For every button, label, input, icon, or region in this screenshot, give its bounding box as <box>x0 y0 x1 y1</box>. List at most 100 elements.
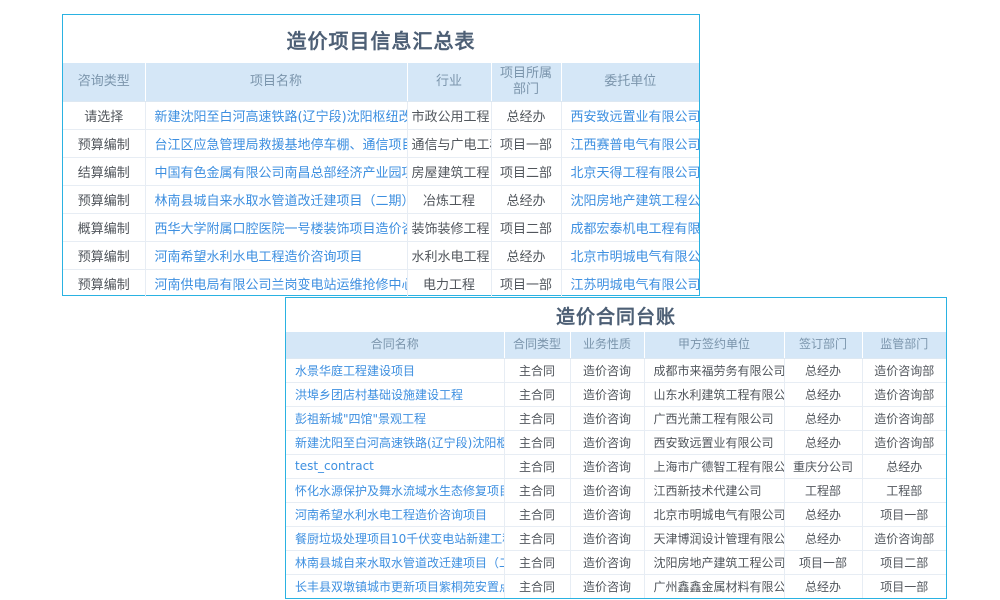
cell-link[interactable]: 林南县城自来水取水管道改迁建项目（二期） <box>295 556 504 570</box>
column-header: 合同名称 <box>286 332 504 358</box>
table-cell: 造价咨询 <box>570 502 644 526</box>
table-cell: 造价咨询部 <box>862 382 946 406</box>
column-header: 甲方签约单位 <box>644 332 784 358</box>
table-cell: 项目一部 <box>491 269 561 297</box>
consult-type-select[interactable]: 请选择 <box>63 101 145 129</box>
table-cell: 预算编制 <box>63 129 145 157</box>
link-cell: 中国有色金属有限公司南昌总部经济产业园项目二期 <box>145 157 407 185</box>
link-cell: 北京市明城电气有限公司 <box>561 241 699 269</box>
table-cell: 水利水电工程 <box>407 241 491 269</box>
table-cell: 总经办 <box>784 574 862 598</box>
link-cell: test_contract <box>286 454 504 478</box>
link-cell: 彭祖新城"四馆"景观工程 <box>286 406 504 430</box>
cell-link[interactable]: 河南希望水利水电工程造价咨询项目 <box>295 508 487 522</box>
table-cell: 项目二部 <box>491 157 561 185</box>
cell-link[interactable]: 彭祖新城"四馆"景观工程 <box>295 412 426 426</box>
table-row: 林南县城自来水取水管道改迁建项目（二期）主合同造价咨询沈阳房地产建筑工程公司项目… <box>286 550 946 574</box>
link-cell: 西安致远置业有限公司 <box>561 101 699 129</box>
link-cell: 北京天得工程有限公司 <box>561 157 699 185</box>
table-cell: 造价咨询部 <box>862 526 946 550</box>
table-row: 预算编制台江区应急管理局救援基地停车棚、通信项目通信与广电工程项目一部江西赛普电… <box>63 129 699 157</box>
table-row: 预算编制河南希望水利水电工程造价咨询项目水利水电工程总经办北京市明城电气有限公司 <box>63 241 699 269</box>
link-cell: 河南希望水利水电工程造价咨询项目 <box>286 502 504 526</box>
table-row: 怀化水源保护及舞水流域水生态修复项目合同主合同造价咨询江西新技术代建公司工程部工… <box>286 478 946 502</box>
column-header: 委托单位 <box>561 63 699 101</box>
link-cell: 水景华庭工程建设项目 <box>286 358 504 382</box>
table-cell: 造价咨询部 <box>862 406 946 430</box>
cell-link[interactable]: 新建沈阳至白河高速铁路(辽宁段)沈阳枢纽改建工程 <box>295 436 504 450</box>
table-cell: 造价咨询 <box>570 526 644 550</box>
link-cell: 餐厨垃圾处理项目10千伏变电站新建工程 <box>286 526 504 550</box>
table-cell: 总经办 <box>862 454 946 478</box>
cell-link[interactable]: 怀化水源保护及舞水流域水生态修复项目合同 <box>295 484 504 498</box>
column-header: 咨询类型 <box>63 63 145 101</box>
cell-link[interactable]: 水景华庭工程建设项目 <box>295 364 415 378</box>
cell-link[interactable]: 洪埠乡团店村基础设施建设工程 <box>295 388 463 402</box>
project-summary-header: 咨询类型项目名称行业项目所属部门委托单位 <box>63 63 699 101</box>
table-row: 请选择新建沈阳至白河高速铁路(辽宁段)沈阳枢纽改建工程市政公用工程总经办西安致远… <box>63 101 699 129</box>
link-cell: 江西赛普电气有限公司 <box>561 129 699 157</box>
cell-link[interactable]: 新建沈阳至白河高速铁路(辽宁段)沈阳枢纽改建工程 <box>155 110 408 125</box>
cell-link[interactable]: 沈阳房地产建筑工程公司 <box>571 194 700 209</box>
table-cell: 主合同 <box>504 502 570 526</box>
cell-link[interactable]: 西安致远置业有限公司 <box>571 110 700 125</box>
table-cell: 主合同 <box>504 382 570 406</box>
table-cell: 总经办 <box>784 526 862 550</box>
cell-link[interactable]: test_contract <box>295 459 374 473</box>
table-cell: 预算编制 <box>63 241 145 269</box>
table-cell: 总经办 <box>491 101 561 129</box>
link-cell: 河南供电局有限公司兰岗变电站运维抢修中心项目 <box>145 269 407 297</box>
cell-link[interactable]: 河南希望水利水电工程造价咨询项目 <box>155 250 363 265</box>
cell-link[interactable]: 台江区应急管理局救援基地停车棚、通信项目 <box>155 138 408 153</box>
cell-link[interactable]: 北京市明城电气有限公司 <box>571 250 700 265</box>
table-cell: 造价咨询部 <box>862 358 946 382</box>
cell-link[interactable]: 林南县城自来水取水管道改迁建项目（二期） <box>155 194 408 209</box>
table-cell: 概算编制 <box>63 213 145 241</box>
link-cell: 新建沈阳至白河高速铁路(辽宁段)沈阳枢纽改建工程 <box>145 101 407 129</box>
table-cell: 通信与广电工程 <box>407 129 491 157</box>
cell-link[interactable]: 成都宏泰机电工程有限公司 <box>571 222 700 237</box>
cell-link[interactable]: 长丰县双墩镇城市更新项目紫桐苑安置点 <box>295 580 504 594</box>
table-cell: 主合同 <box>504 406 570 430</box>
table-row: 概算编制西华大学附属口腔医院一号楼装饰项目造价咨询装饰装修工程项目二部成都宏泰机… <box>63 213 699 241</box>
contract-ledger-panel: 造价合同台账 合同名称合同类型业务性质甲方签约单位签订部门监管部门 水景华庭工程… <box>285 297 947 599</box>
table-cell: 总经办 <box>784 358 862 382</box>
link-cell: 台江区应急管理局救援基地停车棚、通信项目 <box>145 129 407 157</box>
cell-link[interactable]: 中国有色金属有限公司南昌总部经济产业园项目二期 <box>155 166 408 181</box>
table-cell: 造价咨询 <box>570 358 644 382</box>
cell-link[interactable]: 西华大学附属口腔医院一号楼装饰项目造价咨询 <box>155 222 408 237</box>
table-row: 新建沈阳至白河高速铁路(辽宁段)沈阳枢纽改建工程主合同造价咨询西安致远置业有限公… <box>286 430 946 454</box>
project-summary-title: 造价项目信息汇总表 <box>63 15 699 63</box>
table-row: 彭祖新城"四馆"景观工程主合同造价咨询广西光萧工程有限公司总经办造价咨询部 <box>286 406 946 430</box>
table-cell: 工程部 <box>784 478 862 502</box>
table-cell: 江西新技术代建公司 <box>644 478 784 502</box>
table-cell: 造价咨询 <box>570 550 644 574</box>
cell-link[interactable]: 北京天得工程有限公司 <box>571 166 700 181</box>
link-cell: 洪埠乡团店村基础设施建设工程 <box>286 382 504 406</box>
column-header: 合同类型 <box>504 332 570 358</box>
link-cell: 江苏明城电气有限公司 <box>561 269 699 297</box>
cell-link[interactable]: 江苏明城电气有限公司 <box>571 278 700 293</box>
table-cell: 造价咨询 <box>570 454 644 478</box>
table-cell: 沈阳房地产建筑工程公司 <box>644 550 784 574</box>
table-cell: 北京市明城电气有限公司 <box>644 502 784 526</box>
cell-link[interactable]: 江西赛普电气有限公司 <box>571 138 700 153</box>
table-row: test_contract主合同造价咨询上海市广德智工程有限公司重庆分公司总经办 <box>286 454 946 478</box>
cell-link[interactable]: 餐厨垃圾处理项目10千伏变电站新建工程 <box>295 532 504 546</box>
table-cell: 主合同 <box>504 430 570 454</box>
table-cell: 山东水利建筑工程有限公司 <box>644 382 784 406</box>
table-cell: 总经办 <box>784 406 862 430</box>
link-cell: 河南希望水利水电工程造价咨询项目 <box>145 241 407 269</box>
table-cell: 主合同 <box>504 454 570 478</box>
table-cell: 成都市来福劳务有限公司 <box>644 358 784 382</box>
table-cell: 广西光萧工程有限公司 <box>644 406 784 430</box>
cell-link[interactable]: 河南供电局有限公司兰岗变电站运维抢修中心项目 <box>155 278 408 293</box>
table-cell: 西安致远置业有限公司 <box>644 430 784 454</box>
table-cell: 项目一部 <box>784 550 862 574</box>
contract-ledger-body: 水景华庭工程建设项目主合同造价咨询成都市来福劳务有限公司总经办造价咨询部洪埠乡团… <box>286 358 946 598</box>
column-header: 项目所属部门 <box>491 63 561 101</box>
table-cell: 主合同 <box>504 526 570 550</box>
contract-ledger-table: 合同名称合同类型业务性质甲方签约单位签订部门监管部门 水景华庭工程建设项目主合同… <box>286 332 946 598</box>
table-cell: 总经办 <box>491 185 561 213</box>
table-cell: 主合同 <box>504 478 570 502</box>
